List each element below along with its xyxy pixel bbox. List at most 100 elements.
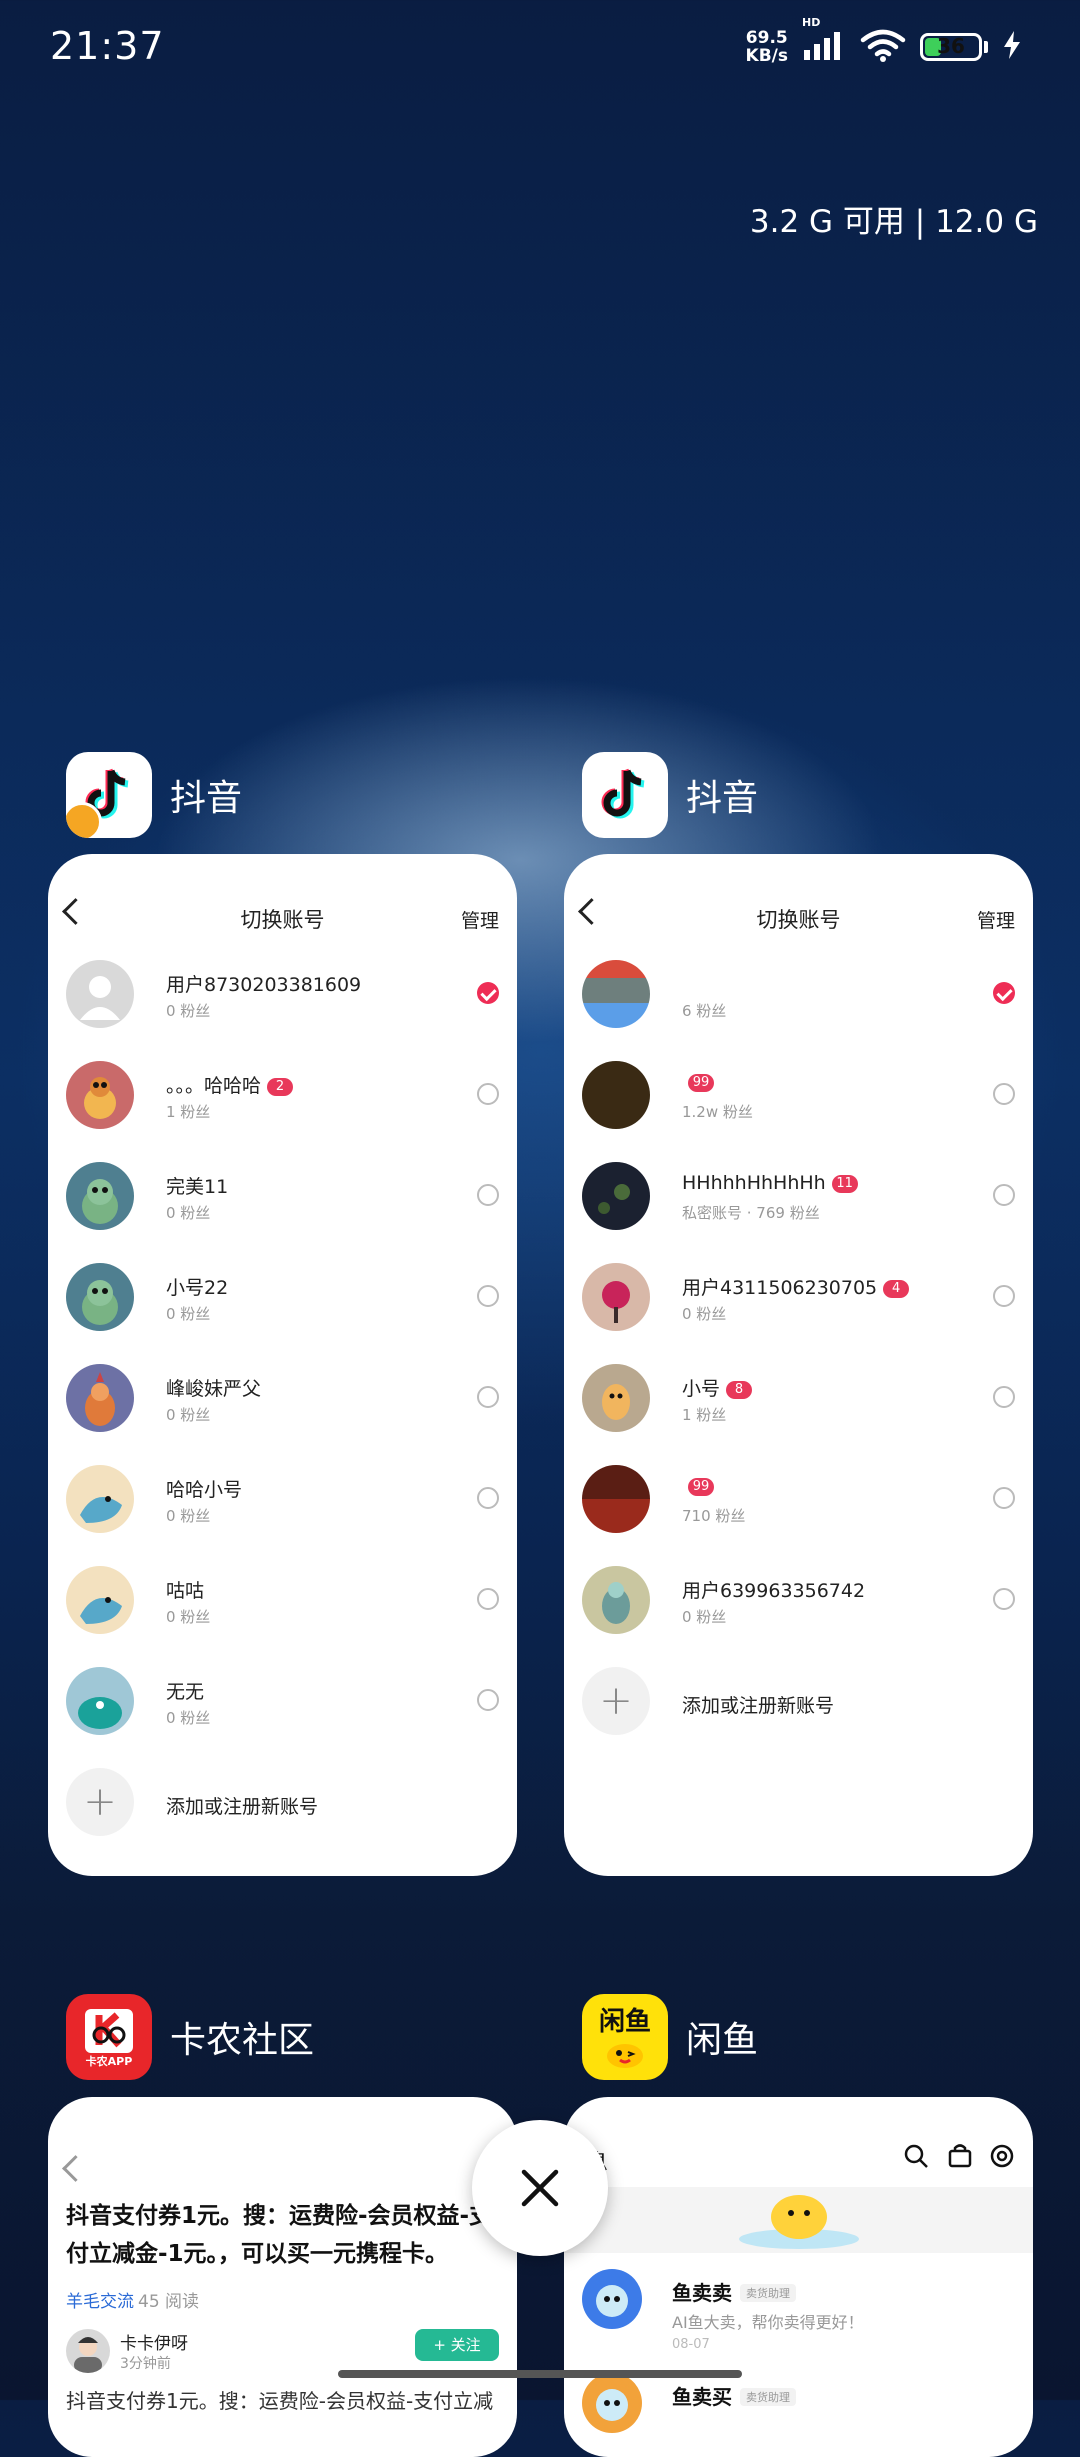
avatar	[582, 1162, 650, 1230]
radio-button[interactable]	[993, 1285, 1015, 1307]
unread-badge: 8	[726, 1381, 753, 1399]
account-row[interactable]: 峰峻妹严父 0 粉丝	[66, 1364, 499, 1454]
radio-button[interactable]	[477, 1184, 499, 1206]
radio-button[interactable]	[477, 1083, 499, 1105]
account-name: 小号22	[166, 1273, 228, 1300]
add-account-button[interactable]: + 添加或注册新账号	[66, 1768, 499, 1858]
unread-badge: 99	[688, 1074, 714, 1092]
avatar	[66, 1364, 134, 1432]
switch-account-header: 切换账号 管理	[48, 854, 517, 954]
app-header-douyin-1[interactable]: 抖音	[66, 752, 242, 838]
search-icon[interactable]	[903, 2143, 929, 2169]
unread-badge: 11	[831, 1175, 858, 1193]
account-name: 咕咕	[166, 1576, 204, 1603]
sender-name-text: 鱼卖卖	[672, 2281, 732, 2305]
home-indicator[interactable]	[338, 2370, 742, 2378]
post-tag[interactable]: 羊毛交流	[66, 2287, 134, 2312]
shop-icon[interactable]	[947, 2143, 973, 2169]
radio-button[interactable]	[993, 1487, 1015, 1509]
account-row[interactable]: 小号22 0 粉丝	[66, 1263, 499, 1353]
app-card-kanong[interactable]: 抖音支付券1元。搜：运费险-会员权益-支付立减金-1元。，可以买一元携程卡。 羊…	[48, 2097, 517, 2457]
sender-name: 鱼卖卖 卖货助理	[672, 2277, 796, 2306]
message-row[interactable]: 鱼卖买 卖货助理	[582, 2367, 1015, 2457]
app-name: 卡农社区	[170, 2020, 315, 2061]
message-row[interactable]: 鱼卖卖 卖货助理 AI鱼大卖，帮你卖得更好！ 08-07	[582, 2263, 1015, 2363]
avatar	[582, 1566, 650, 1634]
avatar[interactable]	[66, 2329, 110, 2373]
battery-icon: 36	[920, 33, 988, 61]
account-name-text: 峰峻妹严父	[166, 1378, 262, 1400]
unread-badge: 99	[688, 1478, 714, 1496]
account-name-text: 用户639963356742	[682, 1580, 866, 1602]
app-header-douyin-2[interactable]: 抖音	[582, 752, 758, 838]
network-speed-unit: KB/s	[745, 46, 788, 66]
radio-button[interactable]	[477, 1487, 499, 1509]
kanong-icon-label: 卡农APP	[85, 2055, 133, 2068]
network-type: HD	[802, 16, 821, 29]
account-row[interactable]: 小号 8 1 粉丝	[582, 1364, 1015, 1454]
account-row[interactable]: 99 710 粉丝	[582, 1465, 1015, 1555]
manage-button[interactable]: 管理	[461, 906, 499, 933]
account-name-text: 。。。哈哈哈	[166, 1075, 262, 1097]
page-title: 切换账号	[756, 908, 841, 932]
add-account-label: 添加或注册新账号	[682, 1695, 835, 1717]
account-name: 无无	[166, 1677, 204, 1704]
account-row[interactable]: 咕咕 0 粉丝	[66, 1566, 499, 1656]
app-card-douyin-2[interactable]: 切换账号 管理 6 粉丝 99 1.2w 粉丝 HHhhhHhHhHh 11 私密账号 ·…	[564, 854, 1033, 1876]
wifi-icon	[860, 28, 906, 66]
account-row[interactable]: HHhhhHhHhHh 11 私密账号 · 769 粉丝	[582, 1162, 1015, 1252]
avatar	[582, 2373, 642, 2433]
account-row[interactable]: 。。。哈哈哈 2 1 粉丝	[66, 1061, 499, 1151]
manage-button[interactable]: 管理	[977, 906, 1015, 933]
selected-check-icon[interactable]	[993, 982, 1015, 1004]
account-name: 用户639963356742	[682, 1576, 865, 1603]
app-header-xianyu[interactable]: 闲鱼 闲鱼	[582, 1994, 758, 2080]
avatar	[582, 1061, 650, 1129]
radio-button[interactable]	[477, 1285, 499, 1307]
account-row[interactable]: 6 粉丝	[582, 960, 1015, 1050]
account-row[interactable]: 完美11 0 粉丝	[66, 1162, 499, 1252]
clear-all-button[interactable]	[472, 2120, 608, 2256]
settings-icon[interactable]	[989, 2143, 1015, 2169]
network-speed: 69.5 KB/s	[746, 29, 788, 65]
radio-button[interactable]	[993, 1386, 1015, 1408]
sender-tag: 卖货助理	[740, 2284, 796, 2302]
avatar	[66, 1061, 134, 1129]
app-header-kanong[interactable]: 卡农APP 卡农社区	[66, 1994, 314, 2080]
radio-button[interactable]	[477, 1386, 499, 1408]
radio-button[interactable]	[477, 1588, 499, 1610]
account-row[interactable]: 99 1.2w 粉丝	[582, 1061, 1015, 1151]
add-account-button[interactable]: + 添加或注册新账号	[582, 1667, 1015, 1757]
message-preview: AI鱼大卖，帮你卖得更好！	[672, 2313, 864, 2332]
follow-button[interactable]: + 关注	[415, 2329, 499, 2361]
radio-button[interactable]	[993, 1083, 1015, 1105]
avatar	[582, 1364, 650, 1432]
follower-count: 6 粉丝	[682, 1002, 727, 1020]
read-count: 45 阅读	[138, 2292, 200, 2312]
follower-count: 0 粉丝	[682, 1305, 727, 1323]
radio-button[interactable]	[477, 1689, 499, 1711]
plus-icon: +	[66, 1768, 134, 1836]
follower-count: 0 粉丝	[166, 1002, 211, 1020]
radio-button[interactable]	[993, 1184, 1015, 1206]
account-name: 用户4311506230705 4	[682, 1273, 910, 1300]
follower-count: 1 粉丝	[166, 1103, 211, 1121]
account-row[interactable]: 用户4311506230705 4 0 粉丝	[582, 1263, 1015, 1353]
avatar	[582, 960, 650, 1028]
account-row[interactable]: 无无 0 粉丝	[66, 1667, 499, 1757]
account-name-text: 咕咕	[166, 1580, 205, 1602]
account-row[interactable]: 哈哈小号 0 粉丝	[66, 1465, 499, 1555]
avatar	[66, 1465, 134, 1533]
app-card-douyin-1[interactable]: 切换账号 管理 用户8730203381609 0 粉丝 。。。哈哈哈 2 1 粉丝 完美…	[48, 854, 517, 1876]
follower-count: 0 粉丝	[166, 1305, 211, 1323]
account-name-text: 用户4311506230705	[682, 1277, 878, 1299]
selected-check-icon[interactable]	[477, 982, 499, 1004]
account-name-text: 小号	[682, 1378, 721, 1400]
follower-count: 0 粉丝	[166, 1608, 211, 1626]
back-arrow-icon[interactable]	[62, 2155, 89, 2182]
app-card-xianyu[interactable]: 息 鱼卖卖卖货助理AI鱼大卖，帮你卖得更好！08-07鱼卖买卖货助理	[564, 2097, 1033, 2457]
account-row[interactable]: 用户639963356742 0 粉丝	[582, 1566, 1015, 1656]
author-name[interactable]: 卡卡伊呀	[120, 2329, 188, 2354]
account-row[interactable]: 用户8730203381609 0 粉丝	[66, 960, 499, 1050]
radio-button[interactable]	[993, 1588, 1015, 1610]
